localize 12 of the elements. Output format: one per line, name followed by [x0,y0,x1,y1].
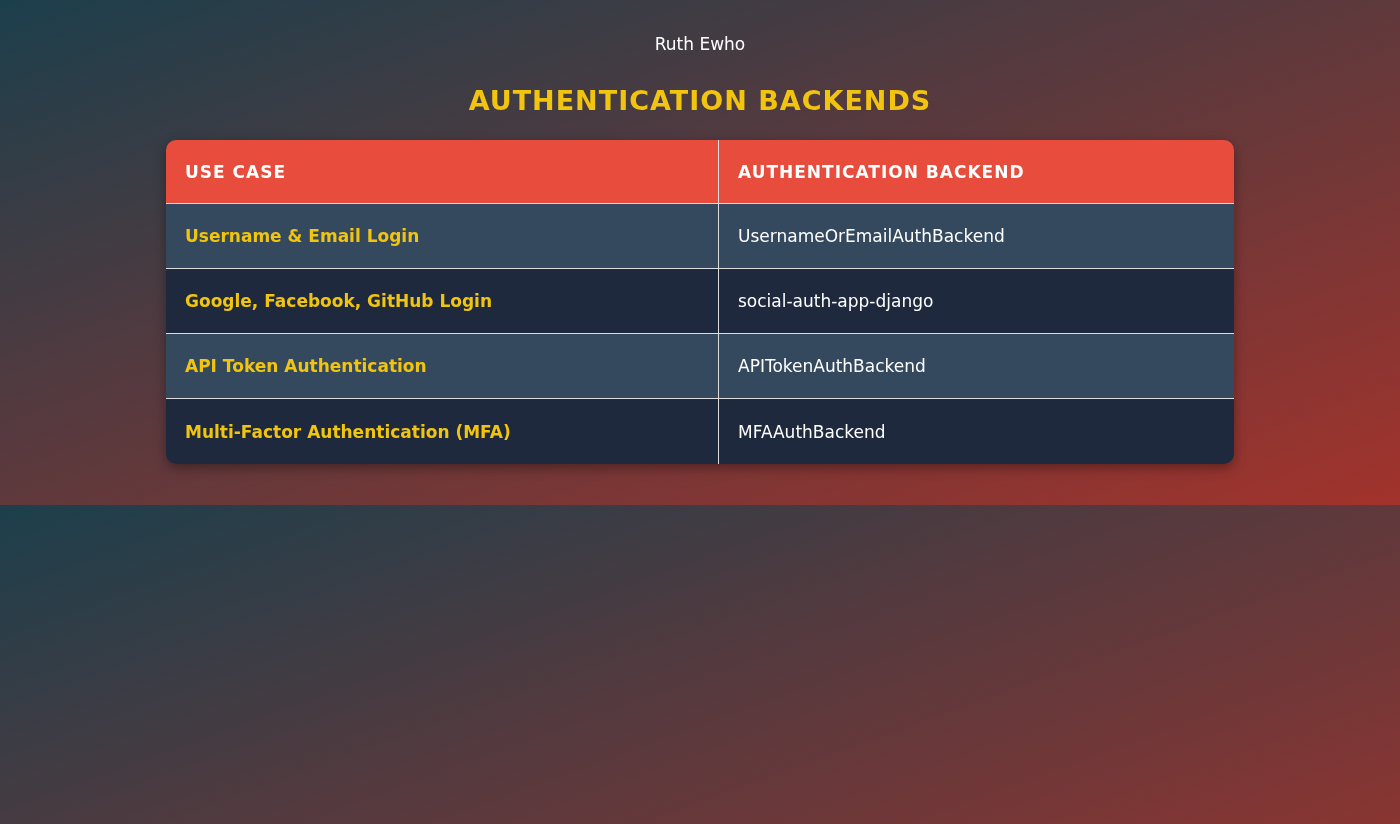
use-case-cell: Google, Facebook, GitHub Login [166,269,719,334]
backend-cell: social-auth-app-django [719,269,1234,334]
backend-cell: MFAAuthBackend [719,399,1234,464]
use-case-cell: API Token Authentication [166,334,719,399]
page-title: AUTHENTICATION BACKENDS [468,84,932,118]
author-name: Ruth Ewho [654,33,746,56]
use-case-cell: Multi-Factor Authentication (MFA) [166,399,719,464]
column-header: USE CASE [166,140,719,204]
use-case-cell: Username & Email Login [166,204,719,269]
backend-cell: APITokenAuthBackend [719,334,1234,399]
backend-cell: UsernameOrEmailAuthBackend [719,204,1234,269]
column-header: AUTHENTICATION BACKEND [719,140,1234,204]
